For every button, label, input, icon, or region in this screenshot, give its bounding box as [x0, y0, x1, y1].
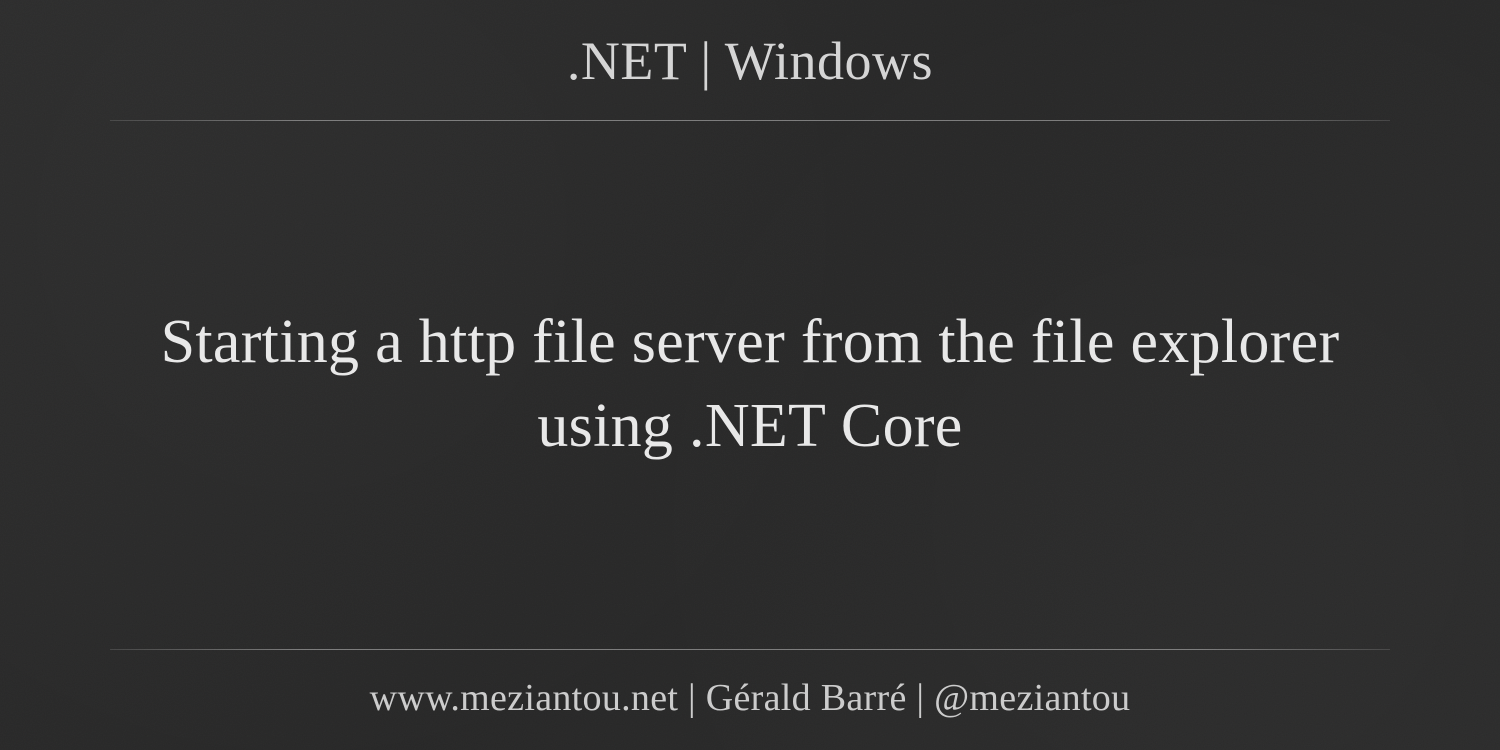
footer-attribution: www.meziantou.net | Gérald Barré | @mezi… [110, 676, 1390, 720]
article-title: Starting a http file server from the fil… [150, 301, 1350, 468]
footer-section: www.meziantou.net | Gérald Barré | @mezi… [110, 650, 1390, 720]
main-section: Starting a http file server from the fil… [110, 121, 1390, 649]
category-tags: .NET | Windows [110, 30, 1390, 92]
header-section: .NET | Windows [110, 30, 1390, 120]
